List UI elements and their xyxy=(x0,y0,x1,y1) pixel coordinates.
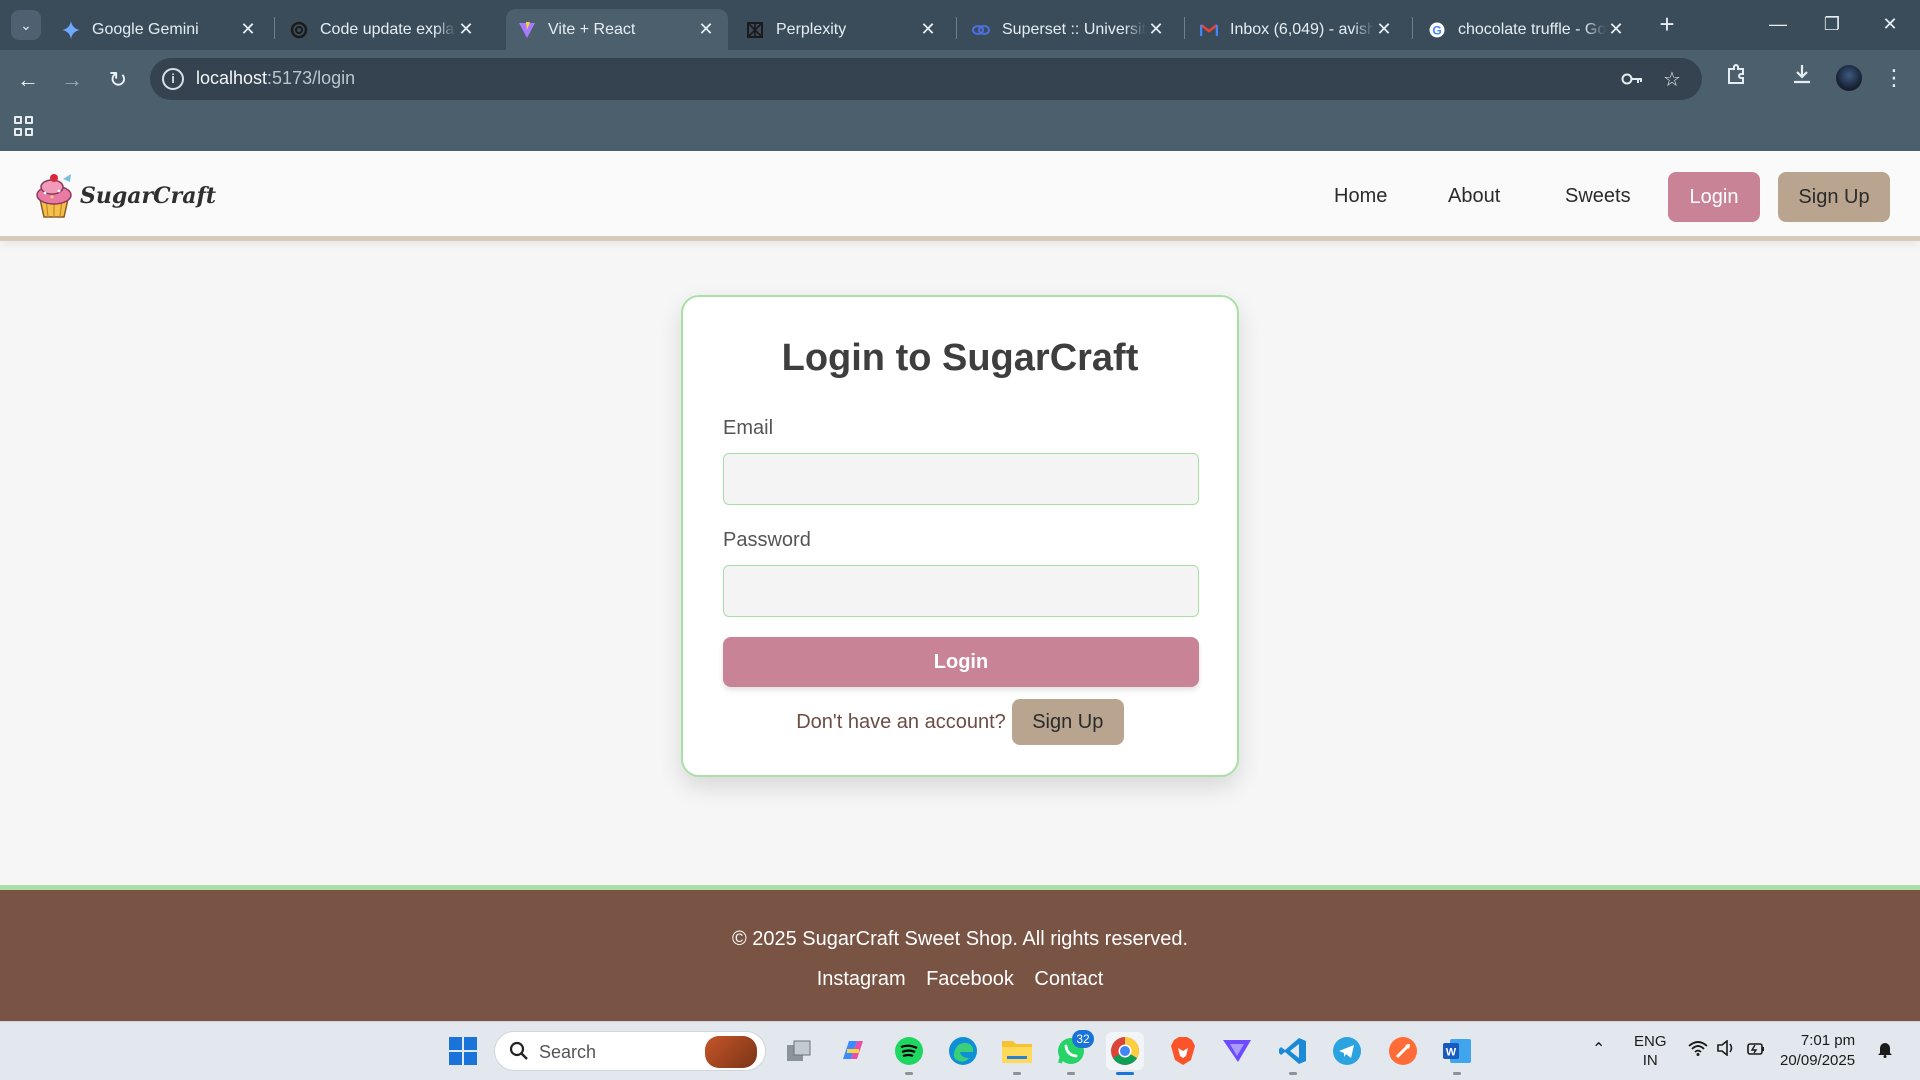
chrome-icon[interactable] xyxy=(1106,1032,1144,1070)
gmail-icon xyxy=(1200,21,1218,39)
svg-text:W: W xyxy=(1446,1047,1457,1059)
site-header: SugarCraft Home About Sweets Login Sign … xyxy=(0,151,1920,241)
volume-icon[interactable] xyxy=(1716,1039,1736,1061)
telegram-icon[interactable] xyxy=(1328,1032,1366,1070)
close-tab-icon[interactable]: ✕ xyxy=(238,19,258,40)
header-login-button[interactable]: Login xyxy=(1668,172,1760,222)
signup-prompt: Don't have an account? Sign Up xyxy=(683,699,1237,745)
wifi-icon[interactable] xyxy=(1688,1040,1708,1061)
close-tab-icon[interactable]: ✕ xyxy=(1146,19,1166,40)
site-info-icon[interactable]: i xyxy=(162,68,184,90)
taskbar-clock[interactable]: 7:01 pm 20/09/2025 xyxy=(1780,1031,1855,1071)
email-field[interactable] xyxy=(723,453,1199,505)
site-footer: © 2025 SugarCraft Sweet Shop. All rights… xyxy=(0,885,1920,1021)
close-tab-icon[interactable]: ✕ xyxy=(1374,19,1394,40)
openai-icon xyxy=(290,21,308,39)
page-content: SugarCraft Home About Sweets Login Sign … xyxy=(0,151,1920,1021)
site-logo[interactable]: SugarCraft xyxy=(30,171,216,221)
footer-link-facebook[interactable]: Facebook xyxy=(926,968,1014,990)
battery-icon[interactable] xyxy=(1746,1040,1766,1061)
downloads-icon[interactable] xyxy=(1786,62,1818,94)
svg-text:G: G xyxy=(1432,23,1441,37)
clock-time: 7:01 pm xyxy=(1800,1032,1856,1049)
forward-icon[interactable]: → xyxy=(56,64,88,96)
cupcake-logo-icon xyxy=(30,171,78,221)
brand-name: SugarCraft xyxy=(80,183,217,209)
nav-about-link[interactable]: About xyxy=(1448,185,1500,208)
tab-perplexity[interactable]: Perplexity ✕ xyxy=(734,9,950,50)
search-icon xyxy=(509,1041,529,1067)
postman-icon[interactable] xyxy=(1384,1032,1422,1070)
taskbar-search[interactable]: Search xyxy=(494,1031,766,1071)
url-text[interactable]: localhost:5173/login xyxy=(196,68,355,89)
bookmark-star-icon[interactable]: ☆ xyxy=(1658,66,1686,94)
reload-icon[interactable]: ↻ xyxy=(102,64,134,96)
windows-taskbar: Search 32 W ⌃ ENG IN 7:01 pm 20/09/2025 xyxy=(0,1021,1920,1080)
spotify-icon[interactable] xyxy=(890,1032,928,1070)
proton-vpn-icon[interactable] xyxy=(1218,1032,1256,1070)
close-tab-icon[interactable]: ✕ xyxy=(918,19,938,40)
close-window-icon[interactable]: ✕ xyxy=(1870,8,1910,40)
search-placeholder: Search xyxy=(539,1042,597,1062)
login-card: Login to SugarCraft Email Password Login… xyxy=(681,295,1239,777)
password-field[interactable] xyxy=(723,565,1199,617)
google-icon: G xyxy=(1428,21,1446,39)
bookmarks-bar xyxy=(0,108,1920,151)
word-icon[interactable]: W xyxy=(1438,1032,1476,1070)
task-view-icon[interactable] xyxy=(780,1032,818,1070)
card-signup-button[interactable]: Sign Up xyxy=(1011,699,1124,745)
edge-icon[interactable] xyxy=(944,1032,982,1070)
language-indicator[interactable]: ENG IN xyxy=(1634,1032,1667,1070)
address-bar[interactable] xyxy=(150,58,1702,100)
apps-grid-icon[interactable] xyxy=(14,116,34,136)
brave-icon[interactable] xyxy=(1164,1032,1202,1070)
windows-start-icon[interactable] xyxy=(444,1032,482,1070)
back-icon[interactable]: ← xyxy=(12,64,44,96)
search-highlight-image xyxy=(705,1036,757,1068)
whatsapp-badge: 32 xyxy=(1072,1030,1094,1048)
tab-chocolate-truffle[interactable]: G chocolate truffle - Google Search ✕ xyxy=(1416,9,1638,50)
show-hidden-icons[interactable]: ⌃ xyxy=(1592,1040,1605,1059)
footer-links: Instagram Facebook Contact xyxy=(0,968,1920,991)
minimize-icon[interactable]: — xyxy=(1758,8,1798,40)
tab-google-gemini[interactable]: Google Gemini ✕ xyxy=(50,9,270,50)
extensions-icon[interactable] xyxy=(1720,62,1752,94)
footer-link-contact[interactable]: Contact xyxy=(1034,968,1103,990)
vite-icon xyxy=(518,21,536,39)
close-tab-icon[interactable]: ✕ xyxy=(1606,19,1626,40)
gemini-icon xyxy=(62,20,80,39)
login-submit-button[interactable]: Login xyxy=(723,637,1199,687)
superset-icon xyxy=(972,21,990,39)
no-account-text: Don't have an account? xyxy=(796,710,1006,733)
header-signup-button[interactable]: Sign Up xyxy=(1778,172,1890,222)
tab-code-update-explanation[interactable]: Code update explanation ✕ xyxy=(278,9,488,50)
profile-avatar[interactable] xyxy=(1836,65,1862,91)
tab-superset[interactable]: Superset :: University ✕ xyxy=(960,9,1178,50)
email-label: Email xyxy=(723,417,774,439)
footer-link-instagram[interactable]: Instagram xyxy=(817,968,906,990)
restore-icon[interactable]: ❐ xyxy=(1812,8,1852,40)
copilot-icon[interactable] xyxy=(834,1032,872,1070)
notification-bell-icon[interactable] xyxy=(1876,1040,1894,1063)
browser-tab-strip: ⌄ Google Gemini ✕ Code update explanatio… xyxy=(0,0,1920,50)
clock-date: 20/09/2025 xyxy=(1780,1052,1856,1069)
close-tab-icon[interactable]: ✕ xyxy=(456,19,476,40)
login-heading: Login to SugarCraft xyxy=(781,337,1139,379)
password-label: Password xyxy=(723,529,811,551)
tab-gmail-inbox[interactable]: Inbox (6,049) - avishka ✕ xyxy=(1188,9,1406,50)
tab-search-button[interactable]: ⌄ xyxy=(11,10,41,40)
nav-home-link[interactable]: Home xyxy=(1334,185,1387,208)
file-explorer-icon[interactable] xyxy=(998,1032,1036,1070)
browser-menu-icon[interactable]: ⋮ xyxy=(1878,62,1910,94)
perplexity-icon xyxy=(746,21,764,39)
footer-copyright: © 2025 SugarCraft Sweet Shop. All rights… xyxy=(731,928,1189,950)
close-tab-icon[interactable]: ✕ xyxy=(696,19,716,40)
new-tab-button[interactable]: + xyxy=(1652,10,1682,40)
tab-vite-react[interactable]: Vite + React ✕ xyxy=(506,9,728,50)
vscode-icon[interactable] xyxy=(1274,1032,1312,1070)
password-key-icon[interactable] xyxy=(1618,66,1646,94)
nav-sweets-link[interactable]: Sweets xyxy=(1565,185,1631,208)
